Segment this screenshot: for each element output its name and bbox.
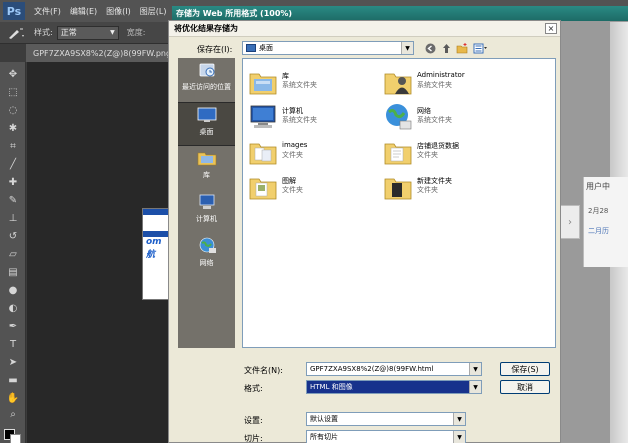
cancel-button[interactable]: 取消 — [500, 380, 550, 394]
folder-icon — [249, 178, 277, 200]
list-item[interactable]: 网络 系统文件夹 — [383, 100, 523, 136]
list-item[interactable]: 计算机 系统文件夹 — [248, 100, 388, 136]
clone-stamp-tool-icon[interactable]: ⊥ — [5, 212, 21, 226]
width-label: 宽度: — [126, 28, 146, 37]
slices-label: 切片: — [244, 434, 263, 443]
zoom-tool-icon[interactable]: ⌕ — [5, 408, 21, 422]
computer-icon — [199, 194, 214, 209]
photoshop-logo: Ps — [3, 2, 25, 20]
crop-tool-icon[interactable]: ⌗ — [5, 140, 21, 154]
folder-icon — [384, 143, 412, 165]
file-list[interactable]: 库 系统文件夹 Administrator 系统文件夹 计算机 系统文件夹 网络… — [242, 58, 556, 348]
chevron-down-icon: ▼ — [453, 431, 465, 443]
place-recent[interactable]: 最近访问的位置 — [178, 58, 235, 102]
hand-tool-icon[interactable]: ✋ — [5, 392, 21, 406]
list-item[interactable]: 新建文件夹 文件夹 — [383, 170, 523, 206]
menu-layer[interactable]: 图层(L) — [140, 6, 167, 17]
ps-toolbar: ✥ ⬚ ◌ ✱ ⌗ ╱ ✚ ✎ ⊥ ↺ ▱ ▤ ● ◐ ✒ T ➤ ▬ ✋ ⌕ — [0, 62, 26, 443]
chevron-down-icon: ▼ — [469, 381, 481, 393]
view-menu-icon[interactable] — [472, 42, 488, 54]
recent-places-icon — [199, 63, 214, 77]
chevron-down-icon: ▼ — [453, 413, 465, 425]
list-item[interactable]: Administrator 系统文件夹 — [383, 65, 523, 101]
menu-image[interactable]: 图像(I) — [106, 6, 131, 17]
up-folder-icon[interactable] — [440, 42, 452, 54]
save-in-label: 保存在(I): — [197, 45, 233, 54]
save-button[interactable]: 保存(S) — [500, 362, 550, 376]
menu-file[interactable]: 文件(F) — [34, 6, 61, 17]
dialog-title: 将优化结果存储为 — [169, 21, 560, 37]
brush-tool-icon[interactable]: ✎ — [5, 194, 21, 208]
library-icon — [197, 152, 216, 166]
rectangle-tool-icon[interactable]: ▬ — [5, 374, 21, 388]
thumbnail-logo-icon: om — [146, 237, 162, 247]
save-in-select[interactable]: 桌面 ▼ — [242, 41, 414, 55]
type-tool-icon[interactable]: T — [5, 338, 21, 352]
place-computer[interactable]: 计算机 — [178, 190, 235, 234]
places-bar: 最近访问的位置 桌面 库 计算机 网络 — [178, 58, 235, 348]
lasso-tool-icon[interactable]: ◌ — [5, 104, 21, 118]
format-label: 格式: — [244, 384, 263, 393]
network-icon — [199, 237, 216, 253]
back-icon[interactable] — [424, 42, 436, 54]
format-select[interactable]: HTML 和图像 ▼ — [306, 380, 482, 394]
settings-label: 设置: — [244, 416, 263, 425]
style-label: 样式: — [34, 28, 53, 37]
folder-icon — [384, 178, 412, 200]
menu-edit[interactable]: 编辑(E) — [70, 6, 97, 17]
style-select[interactable]: 正常 ▼ — [56, 25, 119, 40]
save-for-web-title: 存储为 Web 所用格式 (100%) — [172, 6, 628, 21]
background-color-swatch[interactable] — [10, 434, 21, 443]
thumbnail-logo-icon: 航 — [146, 250, 156, 260]
desktop-mini-icon — [246, 44, 256, 52]
healing-brush-tool-icon[interactable]: ✚ — [5, 176, 21, 190]
eraser-tool-icon[interactable]: ▱ — [5, 248, 21, 262]
network-icon — [386, 104, 412, 130]
history-brush-tool-icon[interactable]: ↺ — [5, 230, 21, 244]
brush-tool-preset-icon[interactable] — [4, 24, 28, 42]
marquee-tool-icon[interactable]: ⬚ — [5, 86, 21, 100]
place-desktop[interactable]: 桌面 — [178, 102, 235, 146]
library-folder-icon — [249, 73, 277, 95]
list-item[interactable]: 店铺退货数据 文件夹 — [383, 135, 523, 171]
eyedropper-tool-icon[interactable]: ╱ — [5, 158, 21, 172]
list-item[interactable]: 库 系统文件夹 — [248, 65, 388, 101]
blur-tool-icon[interactable]: ● — [5, 284, 21, 298]
save-optimized-dialog: 将优化结果存储为 × 保存在(I): 桌面 ▼ 最近访问的位置 桌面 库 计算机… — [168, 20, 561, 443]
gradient-tool-icon[interactable]: ▤ — [5, 266, 21, 280]
dodge-tool-icon[interactable]: ◐ — [5, 302, 21, 316]
folder-icon — [249, 143, 277, 165]
preview-text: 用户中 — [586, 182, 610, 191]
chevron-down-icon: ▼ — [469, 363, 481, 375]
new-folder-icon[interactable] — [456, 42, 468, 54]
place-library[interactable]: 库 — [178, 146, 235, 190]
settings-select[interactable]: 默认设置 ▼ — [306, 412, 466, 426]
close-icon[interactable]: × — [545, 23, 557, 34]
desktop-icon — [197, 107, 216, 122]
filename-input[interactable]: GPF7ZXA9SX8%2(Z@)8(99FW.html ▼ — [306, 362, 482, 376]
place-network[interactable]: 网络 — [178, 234, 235, 278]
filename-label: 文件名(N): — [244, 366, 283, 375]
pen-tool-icon[interactable]: ✒ — [5, 320, 21, 334]
chevron-down-icon: ▼ — [401, 42, 413, 54]
chevron-right-icon[interactable]: › — [560, 205, 580, 239]
computer-icon — [250, 105, 276, 128]
user-folder-icon — [384, 73, 412, 95]
slices-select[interactable]: 所有切片 ▼ — [306, 430, 466, 443]
list-item[interactable]: images 文件夹 — [248, 135, 388, 171]
preview-date-secondary: 二月历 — [588, 227, 609, 235]
magic-wand-tool-icon[interactable]: ✱ — [5, 122, 21, 136]
preview-date: 2月28 — [588, 207, 609, 215]
chevron-down-icon: ▼ — [110, 29, 115, 36]
move-tool-icon[interactable]: ✥ — [5, 68, 21, 82]
list-item[interactable]: 图解 文件夹 — [248, 170, 388, 206]
document-tab[interactable]: GPF7ZXA9SX8%2(Z@)8(99FW.png @ — [26, 44, 172, 62]
path-selection-tool-icon[interactable]: ➤ — [5, 356, 21, 370]
